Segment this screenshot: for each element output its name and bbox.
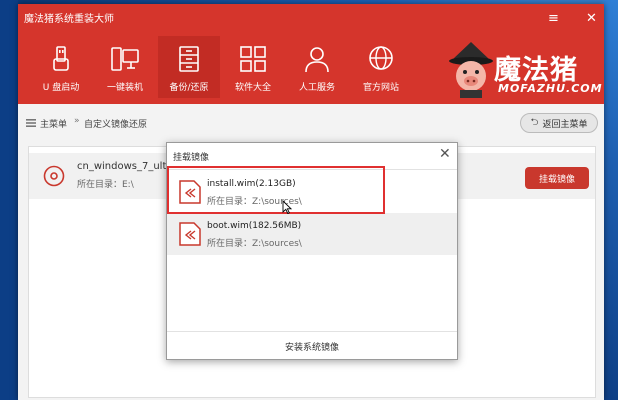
install-image-button[interactable]: 安装系统镜像 — [167, 340, 457, 353]
brand-site: MOFAZHU.COM — [498, 82, 603, 95]
nav-label: U 盘启动 — [42, 83, 80, 93]
dialog-title: 挂载镜像 — [173, 153, 210, 163]
breadcrumb-home[interactable]: 主菜单 — [40, 117, 67, 130]
nav-support[interactable]: 人工服务 — [286, 36, 348, 98]
usb-icon — [53, 46, 69, 71]
wim-file-icon — [179, 222, 201, 246]
computer-icon — [111, 47, 139, 71]
nav-usb-boot[interactable]: U 盘启动 — [30, 36, 92, 98]
desktop-edge-right — [604, 0, 618, 400]
nav-website[interactable]: 官方网站 — [350, 36, 412, 98]
back-arrow-icon: ⮌ — [530, 116, 539, 128]
mouse-cursor-icon — [282, 200, 292, 214]
disc-icon — [43, 165, 65, 187]
menu-list-icon — [26, 119, 36, 127]
mount-image-dialog: 挂载镜像 ✕ install.wim(2.13GB) 所在目录：Z:\sourc… — [166, 142, 458, 360]
nav-backup-restore[interactable]: 备份/还原 — [158, 36, 220, 98]
globe-icon — [369, 46, 393, 70]
breadcrumb: 主菜单 » 自定义镜像还原 ⮌ 返回主菜单 — [18, 108, 604, 138]
nav-software[interactable]: 软件大全 — [222, 36, 284, 98]
app-header: 魔法猪系统重装大师 ≡ ✕ U 盘启动 一键装机 备份/还原 软件大全 人工服务… — [18, 4, 604, 104]
apps-grid-icon — [240, 46, 266, 72]
nav-label: 人工服务 — [298, 83, 335, 93]
nav-label: 备份/还原 — [169, 83, 209, 93]
back-button-label: 返回主菜单 — [542, 119, 588, 130]
back-to-main-button[interactable]: ⮌ 返回主菜单 — [520, 113, 598, 133]
selection-highlight — [167, 166, 385, 214]
nav-label: 官方网站 — [362, 83, 399, 93]
breadcrumb-separator: » — [74, 116, 80, 126]
nav-label: 软件大全 — [234, 83, 271, 93]
mount-image-button[interactable]: 挂载镜像 — [525, 167, 589, 189]
brand-logo: 魔法猪 MOFAZHU.COM — [446, 42, 602, 102]
menu-icon[interactable]: ≡ — [548, 12, 559, 25]
file-path: 所在目录：Z:\sources\ — [207, 239, 302, 249]
file-name: boot.wim(182.56MB) — [207, 221, 302, 231]
window-title: 魔法猪系统重装大师 — [24, 14, 114, 25]
pig-mascot-icon — [449, 42, 493, 98]
nav-label: 一键装机 — [106, 83, 143, 93]
iso-path: 所在目录：E:\ — [77, 180, 134, 190]
backup-icon — [179, 46, 199, 72]
wim-file-item[interactable]: boot.wim(182.56MB) 所在目录：Z:\sources\ — [167, 213, 457, 255]
dialog-close-icon[interactable]: ✕ — [439, 147, 451, 161]
nav-one-click-install[interactable]: 一键装机 — [94, 36, 156, 98]
support-person-icon — [305, 47, 329, 73]
desktop-edge-left — [0, 0, 18, 400]
dialog-footer: 安装系统镜像 — [167, 331, 457, 360]
breadcrumb-current: 自定义镜像还原 — [84, 120, 148, 130]
close-icon[interactable]: ✕ — [586, 12, 597, 25]
